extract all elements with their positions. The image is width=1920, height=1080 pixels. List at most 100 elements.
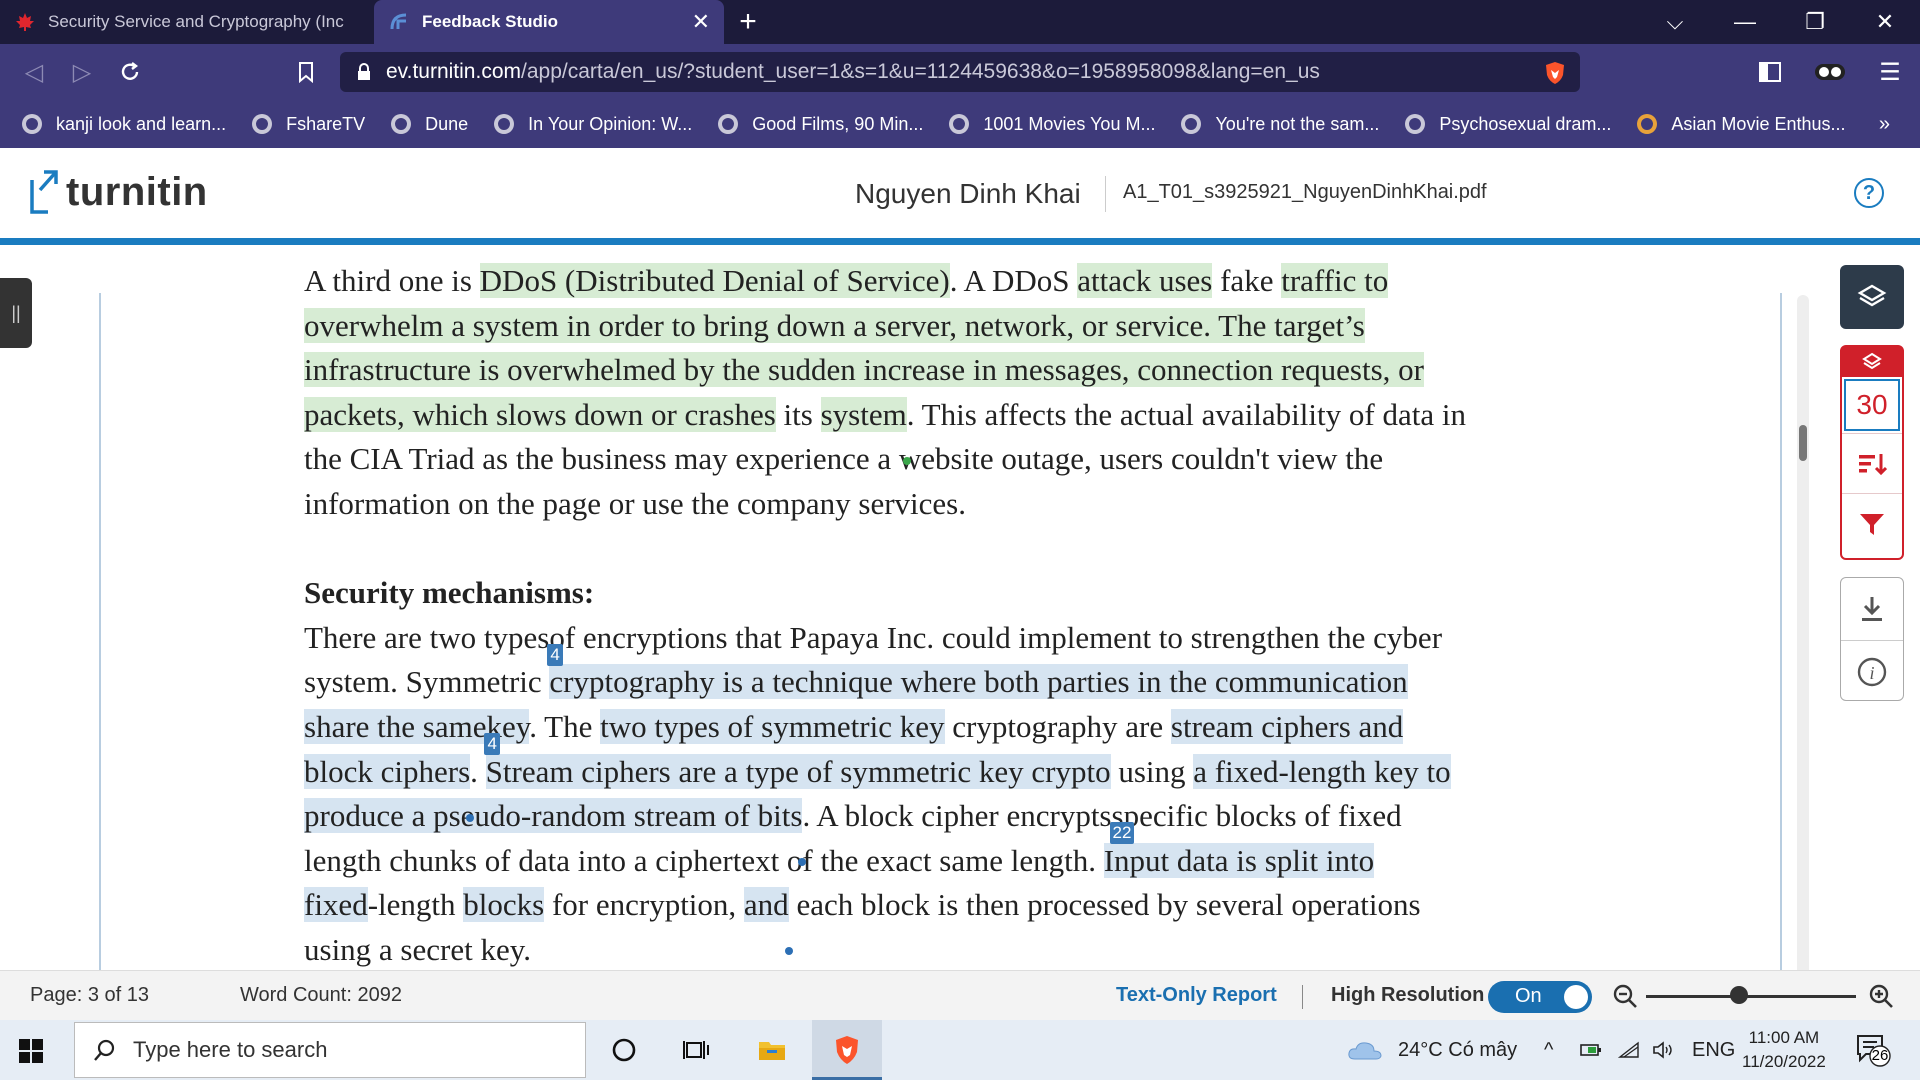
filter-icon[interactable] (1842, 493, 1902, 553)
toggle-knob (1564, 985, 1588, 1009)
match-highlight[interactable]: overwhelm a system in order to bring dow… (304, 307, 1365, 343)
taskbar-search-input[interactable]: Type here to search (74, 1022, 586, 1078)
zoom-slider-handle[interactable] (1730, 986, 1748, 1004)
word-count: Word Count: 2092 (240, 984, 402, 1006)
info-icon[interactable]: i (1841, 640, 1903, 702)
match-highlight[interactable]: attack uses (1077, 263, 1213, 298)
restore-button[interactable]: ❐ (1780, 0, 1850, 44)
reader-glasses-icon[interactable] (1800, 48, 1860, 96)
globe-icon (1181, 114, 1202, 134)
paragraph-security: There are two types 4 of encryptions that … (304, 619, 1451, 967)
help-icon[interactable]: ? (1854, 178, 1884, 208)
taskbar-clock[interactable]: 11:00 AM 11/20/2022 (1742, 1026, 1826, 1074)
url-path: /app/carta/en_us/?student_user=1&s=1&u=1… (521, 60, 1320, 83)
match-highlight[interactable]: block ciphers (304, 753, 471, 789)
language-indicator[interactable]: ENG (1692, 1020, 1735, 1080)
globe-icon (718, 114, 739, 134)
bookmark-button[interactable] (282, 48, 330, 96)
weather-text: 24°C Có mây (1398, 1038, 1518, 1061)
notification-count: 26 (1871, 1047, 1889, 1064)
search-placeholder: Type here to search (133, 1037, 328, 1062)
left-panel-toggle[interactable]: || (0, 278, 32, 348)
close-window-button[interactable]: ✕ (1850, 0, 1920, 44)
text-only-report-link[interactable]: Text-Only Report (1116, 984, 1277, 1007)
header-divider (1105, 176, 1106, 212)
match-highlight[interactable]: traffic to (1281, 263, 1389, 298)
document-viewer: || A third one is DDoS (Distributed Deni… (0, 245, 1920, 970)
download-icon[interactable] (1841, 578, 1903, 640)
zoom-slider[interactable] (1646, 995, 1856, 998)
cortana-icon[interactable] (604, 1030, 644, 1070)
brave-browser-icon[interactable] (827, 1030, 867, 1070)
match-highlight[interactable]: and (743, 887, 789, 923)
match-highlight[interactable]: Input data is split into (1103, 842, 1375, 878)
bookmark-item[interactable]: FshareTV (252, 114, 365, 135)
forward-button[interactable]: ▷ (58, 48, 106, 96)
sidebar-toggle-icon[interactable] (1740, 48, 1800, 96)
bookmark-item[interactable]: In Your Opinion: W... (494, 114, 692, 135)
tab-feedback-studio[interactable]: Feedback Studio ✕ (374, 0, 724, 44)
notifications-button[interactable]: 26 (1856, 1034, 1892, 1073)
close-tab-icon[interactable]: ✕ (692, 9, 710, 35)
bookmark-item[interactable]: Good Films, 90 Min... (718, 114, 923, 135)
match-highlight[interactable]: blocks (463, 887, 545, 923)
wifi-icon[interactable] (1618, 1020, 1640, 1080)
new-tab-button[interactable]: + (724, 0, 772, 44)
match-highlight[interactable]: share the same (304, 708, 487, 744)
student-name: Nguyen Dinh Khai (855, 178, 1081, 209)
file-explorer-icon[interactable] (752, 1030, 792, 1070)
bookmark-item[interactable]: kanji look and learn... (22, 114, 226, 135)
match-highlight[interactable]: infrastructure is overwhelmed by the sud… (304, 352, 1424, 388)
windows-start-icon[interactable] (18, 1038, 44, 1064)
tab-label: Security Service and Cryptography (Inc (48, 12, 344, 31)
tab-search-chevron-icon[interactable]: ⌵ (1640, 0, 1710, 44)
minimize-button[interactable]: — (1710, 0, 1780, 44)
more-bookmarks-chevron-icon[interactable]: » (1879, 113, 1890, 136)
match-highlight[interactable]: packets, which slows down or crashes (304, 396, 776, 432)
bookmark-item[interactable]: You're not the sam... (1181, 114, 1379, 135)
reload-icon (121, 62, 139, 80)
globe-icon (391, 114, 412, 134)
layers-button[interactable] (1840, 265, 1904, 329)
match-highlight[interactable]: a fixed-length key to (1193, 753, 1451, 789)
match-highlight[interactable]: DDoS (Distributed Denial of Service) (479, 263, 950, 298)
sort-matches-icon[interactable] (1842, 433, 1902, 493)
turnitin-logo[interactable]: turnitin (28, 168, 208, 216)
bookmark-item[interactable]: Psychosexual dram... (1405, 114, 1611, 135)
task-view-icon[interactable] (676, 1030, 716, 1070)
turnitin-logo-text: turnitin (66, 169, 208, 214)
match-highlight[interactable]: two types of symmetric key (600, 708, 945, 744)
high-resolution-toggle[interactable]: On (1488, 981, 1592, 1013)
match-highlight[interactable]: cryptography is a technique where both p… (549, 664, 1408, 700)
zoom-in-icon[interactable] (1868, 983, 1894, 1009)
match-highlight[interactable]: produce a pseudo-random stream of bits (304, 798, 803, 834)
match-highlight[interactable]: stream ciphers and (1170, 708, 1404, 744)
bookmark-item[interactable]: Dune (391, 114, 468, 135)
brave-shield-icon[interactable] (1542, 60, 1568, 86)
document-scrollbar[interactable] (1797, 295, 1809, 970)
similarity-layer-icon[interactable] (1842, 347, 1902, 377)
match-highlight[interactable]: fixed (304, 887, 368, 923)
toggle-label: On (1515, 985, 1542, 1007)
globe-icon (949, 114, 970, 134)
clock-time: 11:00 AM (1748, 1028, 1820, 1047)
tray-chevron-icon[interactable]: ^ (1544, 1020, 1553, 1080)
weather-widget[interactable]: 24°C Có mây (1346, 1020, 1517, 1080)
globe-icon (252, 114, 273, 134)
page-border-left (99, 293, 101, 970)
match-highlight[interactable]: system (820, 396, 907, 432)
menu-icon[interactable]: ☰ (1860, 48, 1920, 96)
match-highlight[interactable]: Stream ciphers are a type of symmetric k… (485, 753, 1111, 789)
window-controls: ⌵ — ❐ ✕ (1640, 0, 1920, 44)
zoom-out-icon[interactable] (1612, 983, 1638, 1009)
bookmark-item[interactable]: Asian Movie Enthus... (1637, 114, 1846, 135)
address-bar[interactable]: ev.turnitin.com/app/carta/en_us/?student… (340, 52, 1580, 92)
similarity-score[interactable]: 30 (1844, 379, 1900, 431)
back-button[interactable]: ◁ (10, 48, 58, 96)
volume-icon[interactable] (1652, 1020, 1676, 1080)
tab-security-service[interactable]: Security Service and Cryptography (Inc (0, 0, 374, 44)
bookmark-item[interactable]: 1001 Movies You M... (949, 114, 1155, 135)
reload-button[interactable] (106, 48, 154, 96)
battery-icon[interactable] (1580, 1020, 1602, 1080)
scrollbar-thumb[interactable] (1799, 425, 1807, 461)
